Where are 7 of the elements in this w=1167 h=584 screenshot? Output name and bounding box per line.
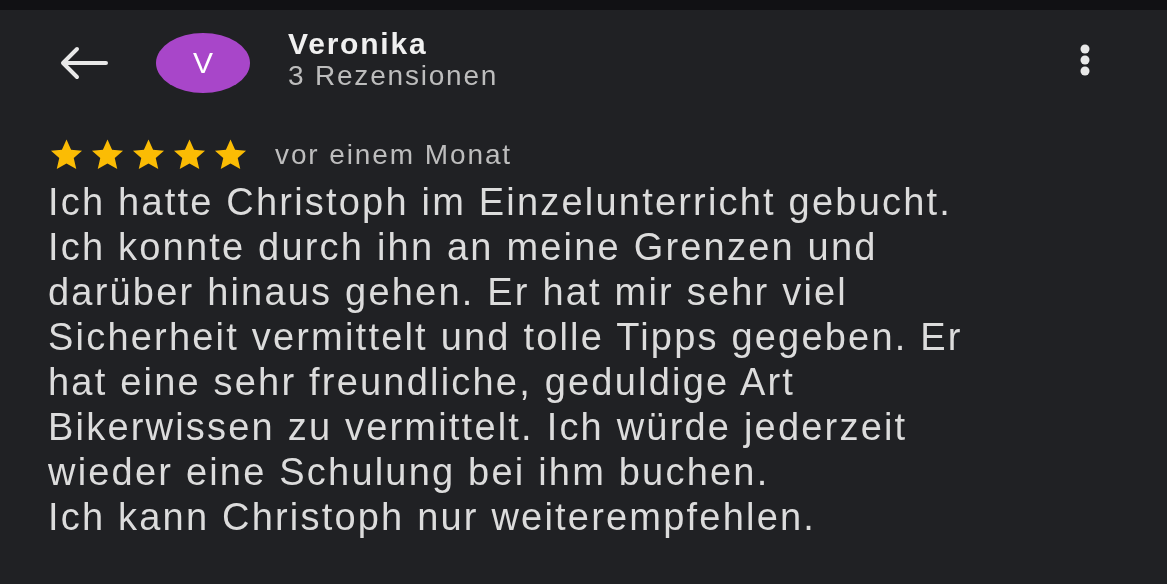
review-date: vor einem Monat [275, 139, 513, 171]
reviewer-name: Veronika [288, 28, 429, 60]
back-arrow-icon[interactable] [58, 46, 108, 80]
review-text: Ich hatte Christoph im Einzelunterricht gebucht. Ich konnte durch ihn an meine Grenzen und darüber hinaus gehen. Er hat mir sehr viel Sicherheit vermittelt und tolle Tipps gegeben. Er hat eine sehr freundliche, geduldige Art Bikerwissen zu vermittelt. Ich würde jederzeit wieder eine Schulung bei ihm buchen. Ich kann Christoph nur weiterempfehlen. [48, 180, 964, 540]
avatar: V [156, 33, 250, 93]
review-count: 3 Rezensionen [288, 60, 499, 92]
more-options-icon[interactable] [1078, 44, 1092, 76]
